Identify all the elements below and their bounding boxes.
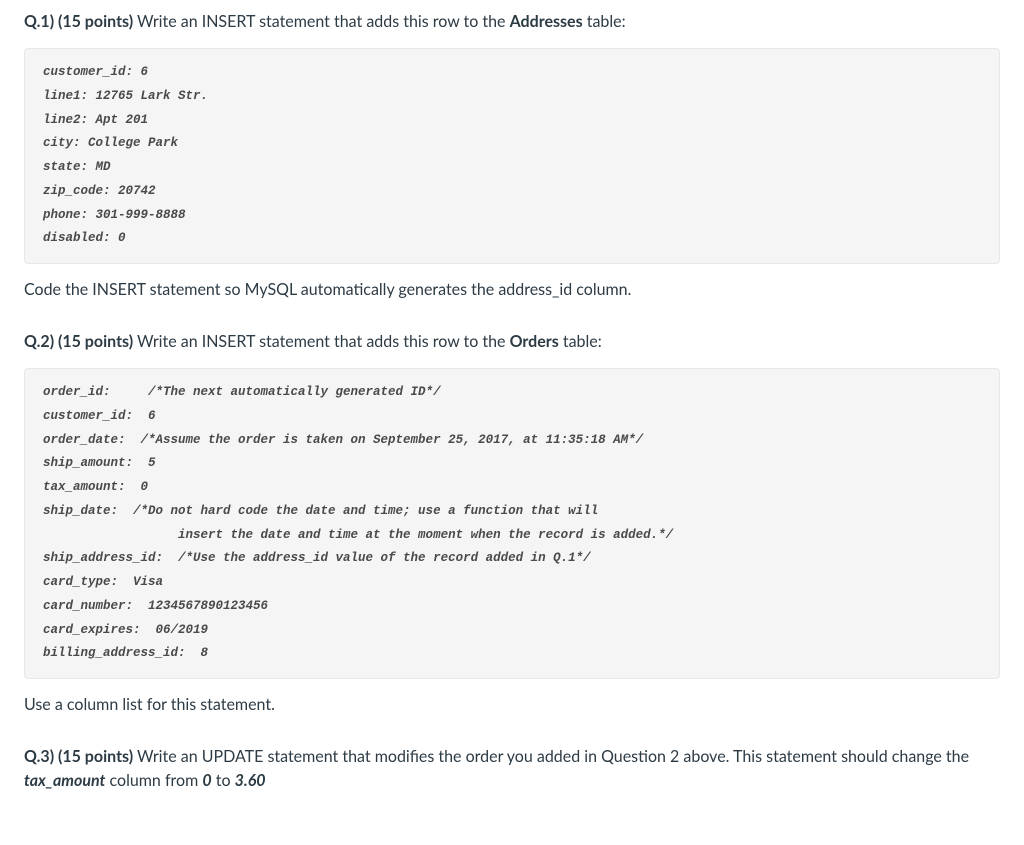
q3-prompt-c: to — [212, 771, 235, 790]
q2-prompt: Q.2) (15 points) Write an INSERT stateme… — [24, 330, 1000, 354]
q1-prompt-a: Write an INSERT statement that adds this… — [133, 12, 510, 31]
question-2: Q.2) (15 points) Write an INSERT stateme… — [24, 330, 1000, 717]
q3-prompt-a: Write an UPDATE statement that modifies … — [133, 747, 969, 766]
q3-prompt: Q.3) (15 points) Write an UPDATE stateme… — [24, 745, 1000, 793]
q1-code-block: customer_id: 6 line1: 12765 Lark Str. li… — [24, 48, 1000, 264]
q3-from: 0 — [202, 771, 211, 790]
q2-prompt-a: Write an INSERT statement that adds this… — [133, 332, 510, 351]
q2-label: Q.2) (15 points) — [24, 332, 133, 351]
q3-to: 3.60 — [235, 771, 266, 790]
q2-table: Orders — [510, 332, 559, 351]
question-3: Q.3) (15 points) Write an UPDATE stateme… — [24, 745, 1000, 793]
q1-note: Code the INSERT statement so MySQL autom… — [24, 278, 1000, 302]
q3-column: tax_amount — [24, 771, 105, 790]
q1-prompt: Q.1) (15 points) Write an INSERT stateme… — [24, 10, 1000, 34]
q2-note: Use a column list for this statement. — [24, 693, 1000, 717]
q1-table: Addresses — [510, 12, 583, 31]
q2-code-block: order_id: /*The next automatically gener… — [24, 368, 1000, 679]
q1-prompt-b: table: — [583, 12, 626, 31]
q3-prompt-b: column from — [105, 771, 202, 790]
q3-label: Q.3) (15 points) — [24, 747, 133, 766]
question-1: Q.1) (15 points) Write an INSERT stateme… — [24, 10, 1000, 302]
q1-label: Q.1) (15 points) — [24, 12, 133, 31]
q2-prompt-b: table: — [559, 332, 602, 351]
